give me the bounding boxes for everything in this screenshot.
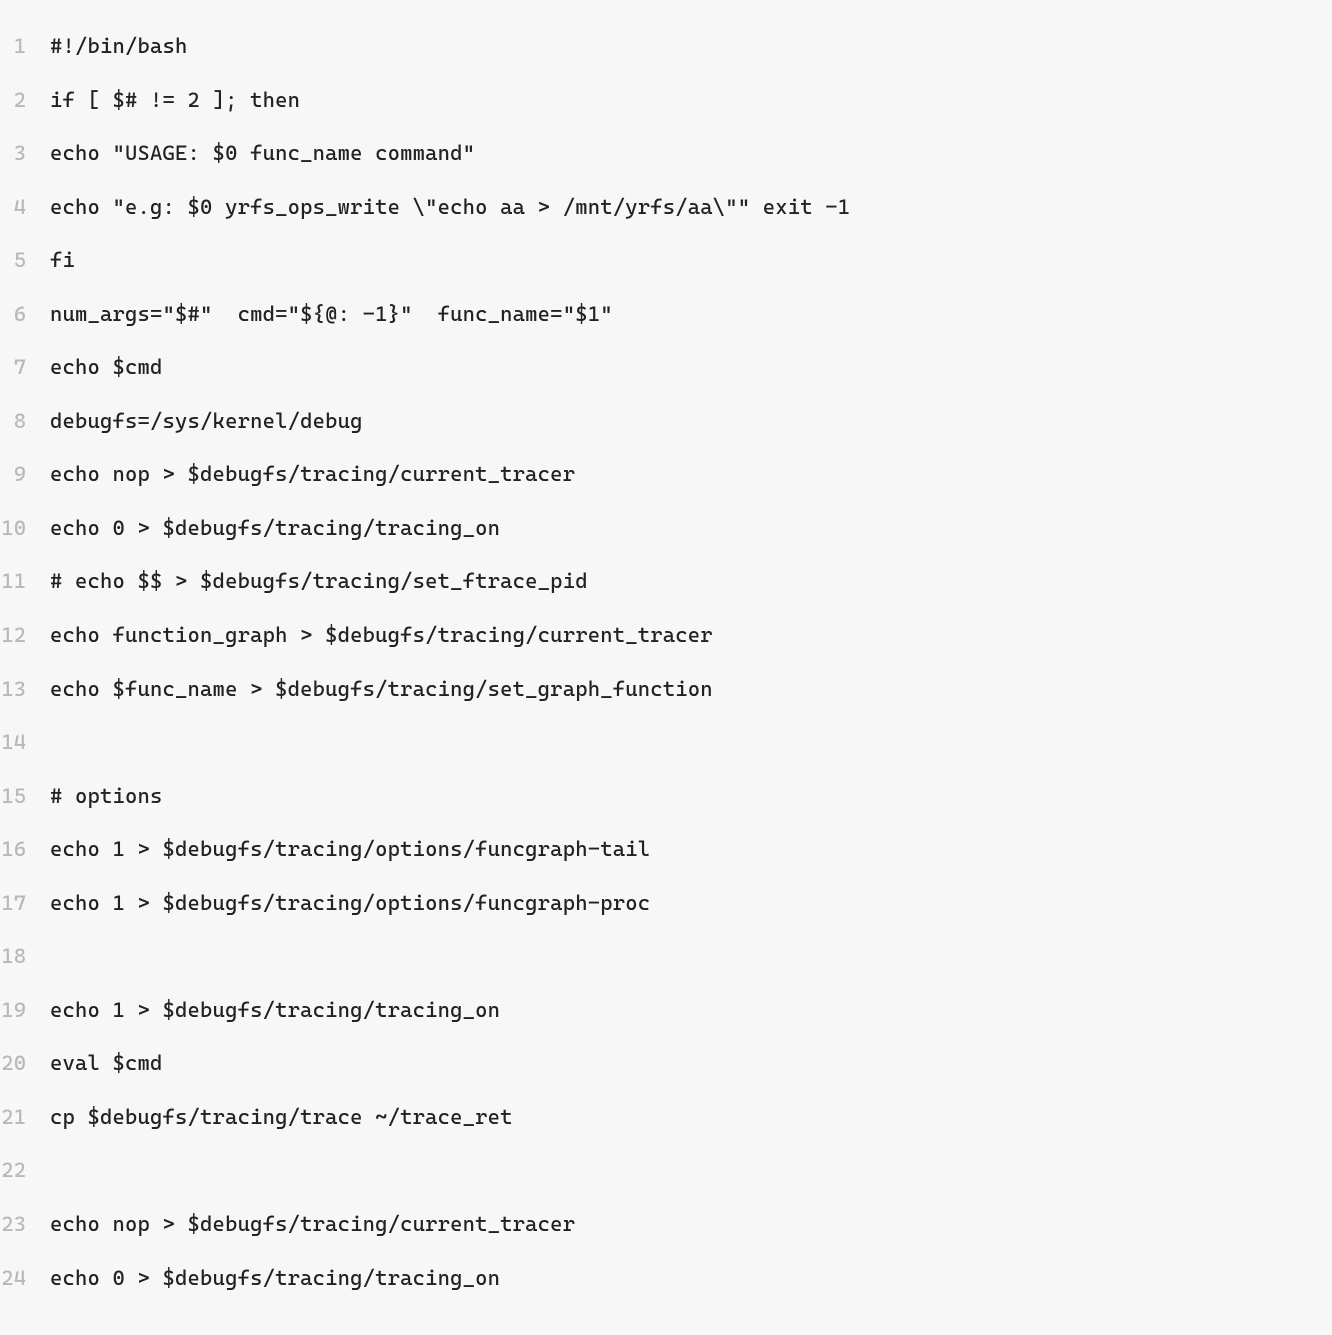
line-content: # options (50, 770, 1332, 824)
line-number: 3 (0, 127, 50, 181)
line-number: 10 (0, 502, 50, 556)
line-content: echo 0 > $debugfs/tracing/tracing_on (50, 502, 1332, 556)
code-line: 3 echo "USAGE: $0 func_name command" (0, 127, 1332, 181)
code-line: 13 echo $func_name > $debugfs/tracing/se… (0, 663, 1332, 717)
line-number: 11 (0, 555, 50, 609)
line-number: 4 (0, 181, 50, 235)
code-line: 5 fi (0, 234, 1332, 288)
line-content: echo nop > $debugfs/tracing/current_trac… (50, 1198, 1332, 1252)
code-line: 6 num_args="$#" cmd="${@: -1}" func_name… (0, 288, 1332, 342)
line-content: echo "e.g: $0 yrfs_ops_write \"echo aa >… (50, 181, 1332, 235)
line-number: 19 (0, 984, 50, 1038)
code-line: 2 if [ $# != 2 ]; then (0, 74, 1332, 128)
line-content: echo 1 > $debugfs/tracing/options/funcgr… (50, 823, 1332, 877)
code-line: 17 echo 1 > $debugfs/tracing/options/fun… (0, 877, 1332, 931)
line-content: echo function_graph > $debugfs/tracing/c… (50, 609, 1332, 663)
code-line: 15 # options (0, 770, 1332, 824)
line-number: 15 (0, 770, 50, 824)
code-line: 20 eval $cmd (0, 1037, 1332, 1091)
line-content: if [ $# != 2 ]; then (50, 74, 1332, 128)
line-content (50, 930, 1332, 984)
line-number: 14 (0, 716, 50, 770)
line-content: echo nop > $debugfs/tracing/current_trac… (50, 448, 1332, 502)
line-number: 8 (0, 395, 50, 449)
line-content: echo $cmd (50, 341, 1332, 395)
code-line: 7 echo $cmd (0, 341, 1332, 395)
line-number: 16 (0, 823, 50, 877)
line-number: 23 (0, 1198, 50, 1252)
line-content: fi (50, 234, 1332, 288)
line-content: num_args="$#" cmd="${@: -1}" func_name="… (50, 288, 1332, 342)
line-content (50, 1144, 1332, 1198)
line-content: echo 1 > $debugfs/tracing/tracing_on (50, 984, 1332, 1038)
line-content: # echo $$ > $debugfs/tracing/set_ftrace_… (50, 555, 1332, 609)
line-number: 5 (0, 234, 50, 288)
code-line: 9 echo nop > $debugfs/tracing/current_tr… (0, 448, 1332, 502)
line-content: echo 1 > $debugfs/tracing/options/funcgr… (50, 877, 1332, 931)
line-content (50, 716, 1332, 770)
code-line: 24 echo 0 > $debugfs/tracing/tracing_on (0, 1252, 1332, 1306)
code-block: 1 #!/bin/bash 2 if [ $# != 2 ]; then 3 e… (0, 20, 1332, 1305)
line-number: 9 (0, 448, 50, 502)
line-content: #!/bin/bash (50, 20, 1332, 74)
code-line: 21 cp $debugfs/tracing/trace ~/trace_ret (0, 1091, 1332, 1145)
line-number: 6 (0, 288, 50, 342)
code-line: 1 #!/bin/bash (0, 20, 1332, 74)
code-line: 22 (0, 1144, 1332, 1198)
line-number: 20 (0, 1037, 50, 1091)
line-number: 1 (0, 20, 50, 74)
line-number: 7 (0, 341, 50, 395)
code-line: 8 debugfs=/sys/kernel/debug (0, 395, 1332, 449)
line-number: 24 (0, 1252, 50, 1306)
line-content: cp $debugfs/tracing/trace ~/trace_ret (50, 1091, 1332, 1145)
line-content: echo $func_name > $debugfs/tracing/set_g… (50, 663, 1332, 717)
line-number: 21 (0, 1091, 50, 1145)
line-number: 22 (0, 1144, 50, 1198)
line-number: 18 (0, 930, 50, 984)
code-line: 11 # echo $$ > $debugfs/tracing/set_ftra… (0, 555, 1332, 609)
line-number: 13 (0, 663, 50, 717)
line-content: eval $cmd (50, 1037, 1332, 1091)
code-line: 16 echo 1 > $debugfs/tracing/options/fun… (0, 823, 1332, 877)
line-number: 17 (0, 877, 50, 931)
code-line: 4 echo "e.g: $0 yrfs_ops_write \"echo aa… (0, 181, 1332, 235)
code-line: 12 echo function_graph > $debugfs/tracin… (0, 609, 1332, 663)
code-line: 10 echo 0 > $debugfs/tracing/tracing_on (0, 502, 1332, 556)
line-content: echo "USAGE: $0 func_name command" (50, 127, 1332, 181)
line-content: echo 0 > $debugfs/tracing/tracing_on (50, 1252, 1332, 1306)
code-line: 18 (0, 930, 1332, 984)
line-content: debugfs=/sys/kernel/debug (50, 395, 1332, 449)
code-line: 23 echo nop > $debugfs/tracing/current_t… (0, 1198, 1332, 1252)
line-number: 2 (0, 74, 50, 128)
code-line: 14 (0, 716, 1332, 770)
line-number: 12 (0, 609, 50, 663)
code-line: 19 echo 1 > $debugfs/tracing/tracing_on (0, 984, 1332, 1038)
